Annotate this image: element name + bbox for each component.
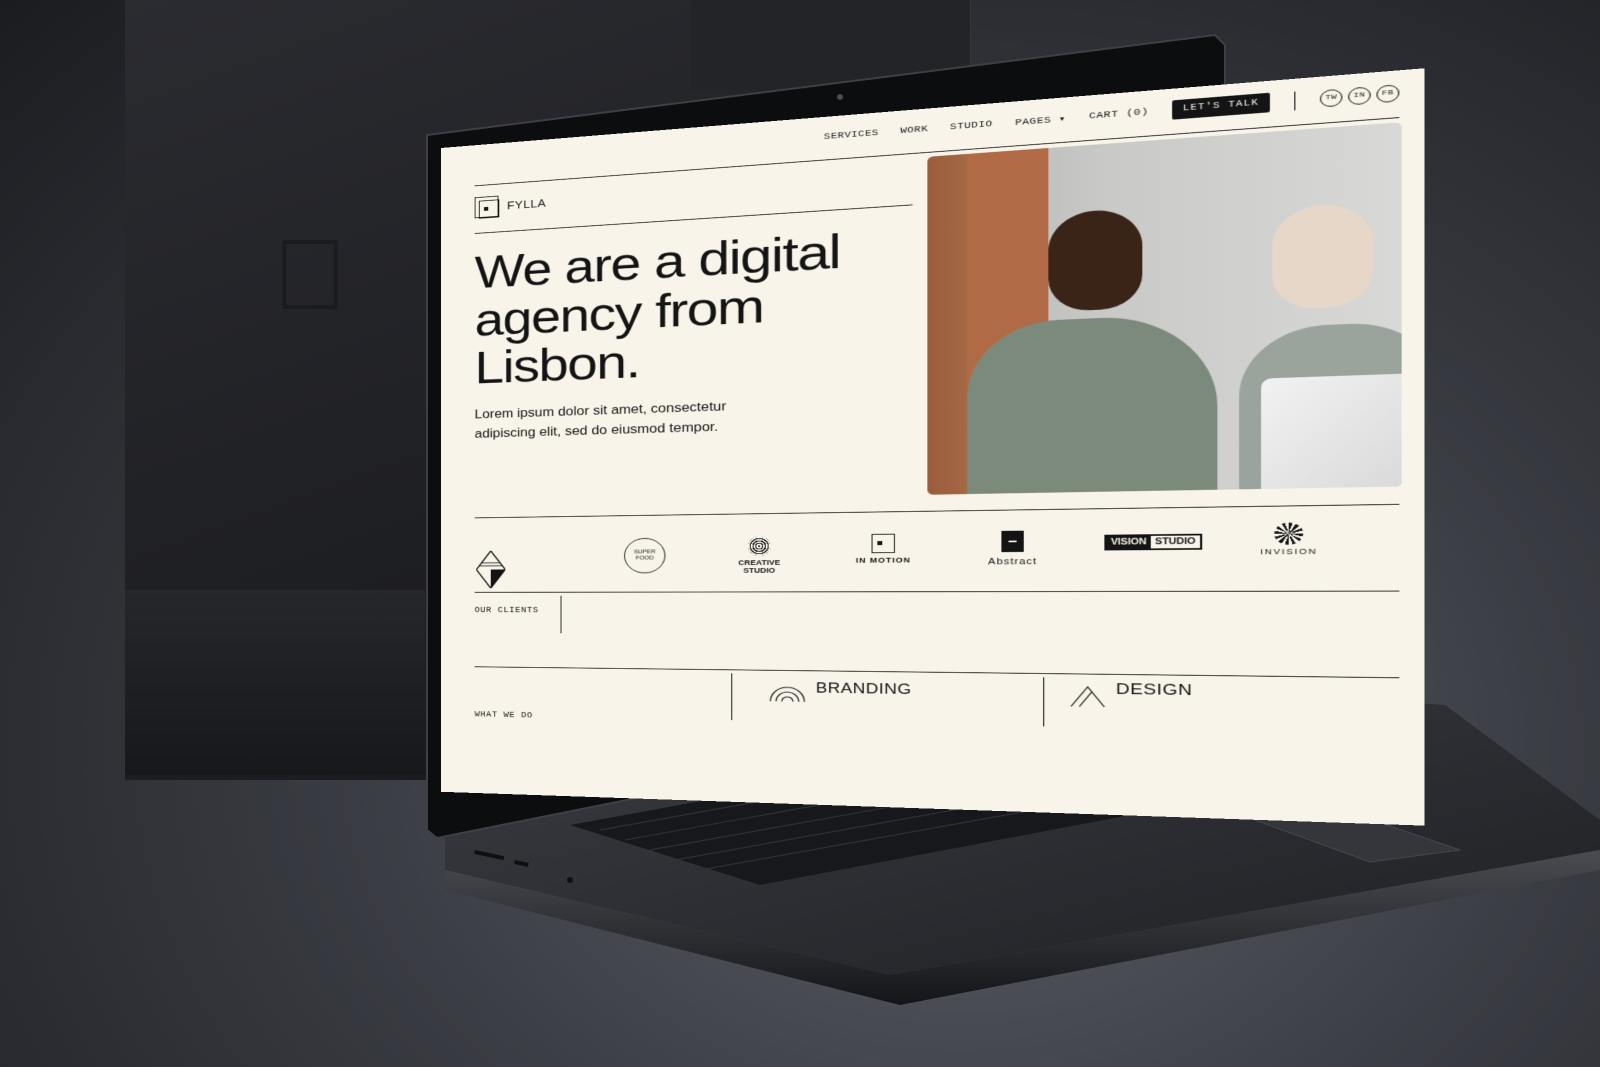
- hero-subtitle: Lorem ipsum dolor sit amet, consectetur …: [474, 400, 727, 441]
- spiral-icon: [748, 536, 771, 556]
- design-shape-icon: [1069, 683, 1106, 708]
- client-name: CREATIVE STUDIO: [738, 558, 781, 575]
- brand[interactable]: FYLLA: [474, 192, 547, 219]
- client-logo-invision[interactable]: INVISION: [1245, 522, 1334, 556]
- linkedin-icon[interactable]: IN: [1348, 85, 1371, 105]
- client-logos: SUPER FOOD CREATIVE STUDIO IN MOTION Abs…: [475, 521, 1400, 599]
- branding-rings-icon: [769, 679, 807, 703]
- service-divider: [1043, 677, 1045, 727]
- hero-title: We are a digital agency from Lisbon.: [474, 224, 841, 394]
- service-design[interactable]: DESIGN: [1116, 681, 1193, 700]
- block-icon: [1001, 530, 1024, 553]
- website: SERVICES WORK STUDIO PAGES ▾ CART (0) LE…: [441, 68, 1425, 826]
- client-logo-in-motion[interactable]: IN MOTION: [845, 533, 923, 564]
- brand-logo-icon: [474, 195, 499, 219]
- service-divider: [731, 673, 733, 721]
- lets-talk-button[interactable]: LET'S TALK: [1172, 92, 1270, 120]
- chevron-down-icon: ▾: [1058, 114, 1067, 125]
- client-name: IN MOTION: [855, 556, 911, 565]
- nav-services[interactable]: SERVICES: [824, 128, 879, 142]
- nav-cart[interactable]: CART (0): [1089, 107, 1149, 122]
- fork-knife-icon: SUPER FOOD: [624, 537, 666, 574]
- clients-divider: [560, 595, 562, 634]
- nav-work[interactable]: WORK: [900, 124, 928, 136]
- client-logo-vision-studio[interactable]: VISION STUDIO: [1095, 533, 1212, 551]
- client-name: Abstract: [988, 556, 1038, 567]
- nav-studio[interactable]: STUDIO: [950, 119, 993, 132]
- our-clients-label: OUR CLIENTS: [474, 606, 539, 616]
- service-branding[interactable]: BRANDING: [816, 680, 912, 698]
- hero-photo: [927, 122, 1402, 495]
- vision-studio-wordmark: VISION STUDIO: [1104, 533, 1203, 551]
- nav-pages[interactable]: PAGES ▾: [1015, 113, 1066, 128]
- nav-divider: [1294, 91, 1296, 110]
- client-logo-super-food[interactable]: SUPER FOOD: [613, 537, 676, 574]
- what-we-do-label: WHAT WE DO: [474, 711, 533, 721]
- mandala-icon: [1274, 522, 1304, 545]
- client-name-part: VISION: [1106, 535, 1151, 549]
- square-stack-icon: [871, 533, 895, 554]
- client-name: SUPER FOOD: [633, 549, 656, 562]
- facebook-icon[interactable]: FB: [1376, 83, 1400, 103]
- twitter-icon[interactable]: TW: [1319, 88, 1343, 108]
- mockup-scene: : [0, 0, 1600, 1067]
- hero-divider: [474, 503, 1400, 519]
- nav-pages-label: PAGES: [1015, 115, 1052, 128]
- brand-name: FYLLA: [506, 196, 547, 212]
- client-name: INVISION: [1260, 547, 1318, 557]
- client-logo-abstract[interactable]: Abstract: [972, 530, 1053, 567]
- client-logo-creative-studio[interactable]: CREATIVE STUDIO: [722, 536, 797, 574]
- clients-section-divider: [474, 666, 1400, 679]
- client-name-part: STUDIO: [1155, 537, 1196, 547]
- social-links: TW IN FB: [1319, 83, 1400, 108]
